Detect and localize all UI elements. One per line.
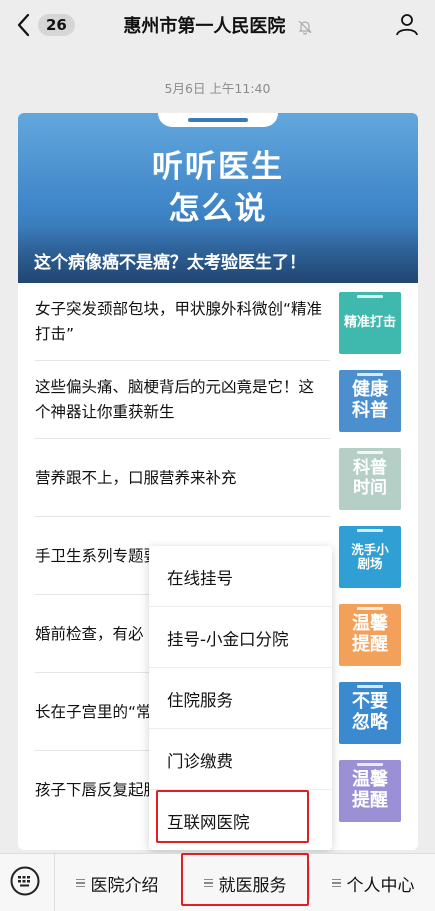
submenu-item-online-registration[interactable]: 在线挂号 (149, 546, 332, 607)
list-item-thumbnail: 健康科普 (339, 370, 401, 432)
cover-article-title: 这个病像癌不是癌？太考验医生了！ (34, 253, 306, 273)
menu-tab-personal-center[interactable]: 个人中心 (311, 854, 435, 911)
submenu-item-label: 互联网医院 (167, 812, 250, 832)
hospital-logo (158, 113, 278, 127)
list-item-title: 女子突发颈部包块，甲状腺外科微创“精准打击” (35, 300, 323, 343)
submenu-item-outpatient-payment[interactable]: 门诊缴费 (149, 729, 332, 790)
list-item-thumbnail: 温馨提醒 (339, 760, 401, 822)
list-item-thumbnail: 温馨提醒 (339, 604, 401, 666)
menu-tab-hospital-intro[interactable]: 医院介绍 (55, 854, 179, 911)
submenu-item-internet-hospital[interactable]: 互联网医院 (149, 790, 332, 851)
list-item-thumbnail: 科普时间 (339, 448, 401, 510)
list-item-title: 这些偏头痛、脑梗背后的元凶竟是它！这个神器让你重获新生 (35, 378, 315, 421)
submenu-item-label: 门诊缴费 (167, 751, 233, 771)
menu-tab-label: 就医服务 (218, 875, 287, 896)
cover-headline-line1: 听听医生 (152, 149, 284, 185)
cover-headline-line2: 怎么说 (168, 191, 268, 227)
menu-tab-label: 个人中心 (346, 875, 415, 896)
submenu-item-inpatient-service[interactable]: 住院服务 (149, 668, 332, 729)
chat-title: 惠州市第一人民医院 (123, 16, 286, 37)
list-item[interactable]: 这些偏头痛、脑梗背后的元凶竟是它！这个神器让你重获新生 健康科普 (18, 361, 418, 439)
top-nav-bar: 26 惠州市第一人民医院 (0, 0, 435, 50)
message-timestamp: 5月6日 上午11:40 (164, 81, 271, 96)
menu-tab-label: 医院介绍 (90, 875, 159, 896)
bottom-menu-bar: 医院介绍 就医服务 个人中心 (0, 853, 435, 911)
menu-lines-icon (203, 877, 213, 890)
menu-lines-icon (331, 877, 341, 890)
list-item[interactable]: 营养跟不上，口服营养来补充 科普时间 (18, 439, 418, 517)
submenu-item-branch-registration[interactable]: 挂号-小金口分院 (149, 607, 332, 668)
list-item-thumbnail: 不要忽略 (339, 682, 401, 744)
list-item-thumbnail: 精准打击 (339, 292, 401, 354)
service-submenu: 在线挂号 挂号-小金口分院 住院服务 门诊缴费 互联网医院 (149, 546, 332, 850)
chat-title-wrap: 惠州市第一人民医院 (0, 12, 435, 38)
profile-icon[interactable] (395, 12, 419, 36)
submenu-item-label: 住院服务 (167, 690, 233, 710)
submenu-item-label: 挂号-小金口分院 (167, 629, 289, 649)
menu-tab-medical-service[interactable]: 就医服务 (183, 854, 307, 911)
submenu-item-label: 在线挂号 (167, 568, 233, 588)
mute-bell-icon (298, 20, 312, 35)
menu-lines-icon (75, 877, 85, 890)
keyboard-icon[interactable] (10, 866, 40, 896)
list-item-title: 营养跟不上，口服营养来补充 (35, 468, 237, 487)
article-cover[interactable]: 听听医生 怎么说 这个病像癌不是癌？太考验医生了！ (18, 113, 418, 283)
list-item[interactable]: 女子突发颈部包块，甲状腺外科微创“精准打击” 精准打击 (18, 283, 418, 361)
list-item-thumbnail: 洗手小剧场 (339, 526, 401, 588)
